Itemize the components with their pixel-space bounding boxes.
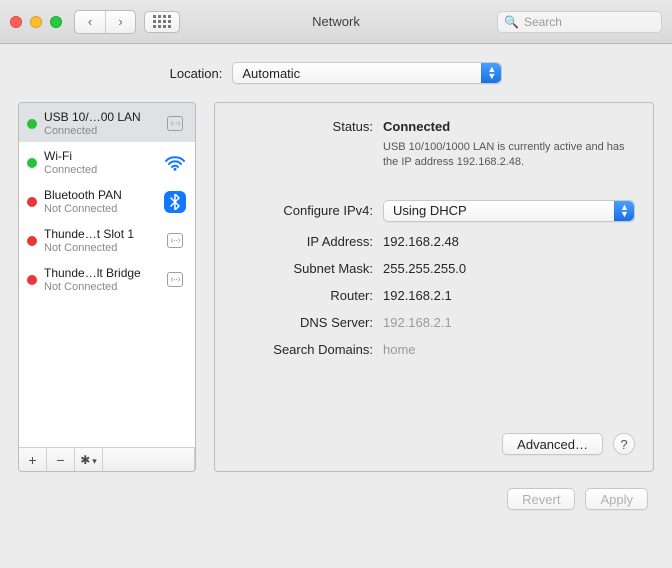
help-button[interactable]: ? [613,433,635,455]
dns-server-value: 192.168.2.1 [383,315,635,330]
ip-address-value: 192.168.2.48 [383,234,635,249]
interfaces-sidebar: USB 10/…00 LAN Connected ‹··› Wi-Fi Conn… [18,102,196,472]
forward-button[interactable]: › [105,11,135,33]
configure-ipv4-value: Using DHCP [393,203,467,218]
back-button[interactable]: ‹ [75,11,105,33]
sidebar-item-thunderbolt-bridge[interactable]: Thunde…lt Bridge Not Connected ‹··› [19,259,195,298]
interfaces-list: USB 10/…00 LAN Connected ‹··› Wi-Fi Conn… [19,103,195,447]
gear-icon: ✱ [80,453,90,467]
global-buttons: Revert Apply [18,488,654,510]
sidebar-item-status: Not Connected [44,203,156,215]
grid-icon [153,15,171,28]
titlebar: ‹ › Network 🔍 [0,0,672,44]
subnet-mask-label: Subnet Mask: [233,261,373,276]
sidebar-item-status: Not Connected [44,242,156,254]
chevron-down-icon [90,453,97,467]
status-dot [27,236,37,246]
configure-ipv4-select[interactable]: Using DHCP ▲▼ [383,200,635,222]
status-dot [27,158,37,168]
help-icon: ? [620,437,627,452]
status-dot [27,197,37,207]
minimize-window-button[interactable] [30,16,42,28]
revert-button[interactable]: Revert [507,488,575,510]
sidebar-item-label: Thunde…lt Bridge [44,266,156,280]
sidebar-item-label: Wi-Fi [44,149,156,163]
ethernet-icon: ‹··› [163,113,187,135]
ip-address-label: IP Address: [233,234,373,249]
ethernet-icon: ‹··› [163,230,187,252]
bluetooth-icon [163,191,187,213]
sidebar-item-label: Thunde…t Slot 1 [44,227,156,241]
status-value: Connected [383,119,635,134]
show-all-prefs-button[interactable] [144,11,180,33]
search-icon: 🔍 [504,15,519,29]
sidebar-item-status: Connected [44,164,156,176]
chevron-right-icon: › [118,14,122,29]
sidebar-item-bluetooth-pan[interactable]: Bluetooth PAN Not Connected [19,181,195,220]
search-domains-value: home [383,342,635,357]
select-arrows-icon: ▲▼ [614,201,634,221]
search-input[interactable] [524,15,655,29]
search-field[interactable]: 🔍 [497,11,662,33]
sidebar-item-label: USB 10/…00 LAN [44,110,156,124]
apply-button[interactable]: Apply [585,488,648,510]
location-label: Location: [170,66,223,81]
select-arrows-icon: ▲▼ [481,63,501,83]
zoom-window-button[interactable] [50,16,62,28]
status-dot [27,119,37,129]
location-row: Location: Automatic ▲▼ [18,62,654,84]
remove-interface-button[interactable]: − [47,448,75,471]
add-interface-button[interactable]: + [19,448,47,471]
subnet-mask-value: 255.255.255.0 [383,261,635,276]
location-value: Automatic [242,66,300,81]
sidebar-item-thunderbolt-slot1[interactable]: Thunde…t Slot 1 Not Connected ‹··› [19,220,195,259]
sidebar-toolbar: + − ✱ [19,447,195,471]
status-label: Status: [233,119,373,134]
sidebar-item-usb-lan[interactable]: USB 10/…00 LAN Connected ‹··› [19,103,195,142]
sidebar-item-status: Connected [44,125,156,137]
chevron-left-icon: ‹ [88,14,92,29]
details-panel: Status: Connected USB 10/100/1000 LAN is… [214,102,654,472]
router-label: Router: [233,288,373,303]
wifi-icon [163,152,187,174]
router-value: 192.168.2.1 [383,288,635,303]
nav-back-forward: ‹ › [74,10,136,34]
ethernet-icon: ‹··› [163,269,187,291]
sidebar-item-label: Bluetooth PAN [44,188,156,202]
search-domains-label: Search Domains: [233,342,373,357]
advanced-button[interactable]: Advanced… [502,433,603,455]
configure-ipv4-label: Configure IPv4: [233,203,373,218]
location-select[interactable]: Automatic ▲▼ [232,62,502,84]
status-description: USB 10/100/1000 LAN is currently active … [383,140,635,170]
dns-server-label: DNS Server: [233,315,373,330]
sidebar-item-wifi[interactable]: Wi-Fi Connected [19,142,195,181]
window-controls [10,16,62,28]
sidebar-item-status: Not Connected [44,281,156,293]
interface-actions-menu[interactable]: ✱ [75,448,103,471]
status-dot [27,275,37,285]
close-window-button[interactable] [10,16,22,28]
